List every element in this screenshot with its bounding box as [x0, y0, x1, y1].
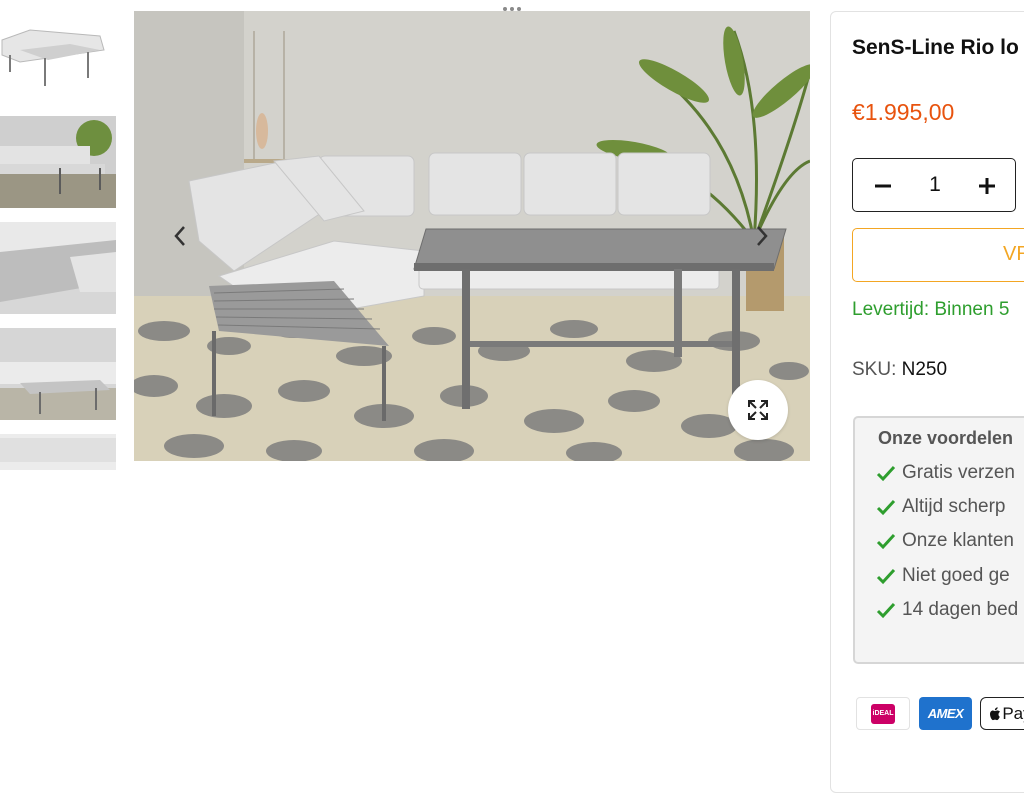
benefit-item: Onze klanten	[876, 529, 1014, 553]
benefit-label: 14 dagen bed	[902, 599, 1019, 620]
add-to-cart-label: VR	[1003, 243, 1024, 265]
previous-image-button[interactable]	[166, 222, 194, 250]
amex-payment-badge: AMEX	[919, 697, 972, 730]
add-to-cart-button[interactable]: VR	[852, 228, 1024, 282]
benefit-label: Altijd scherp	[902, 496, 1006, 517]
check-icon	[876, 465, 896, 482]
benefit-item: Altijd scherp	[876, 495, 1006, 519]
main-product-image[interactable]	[134, 11, 810, 461]
amex-label: AMEX	[927, 706, 964, 721]
chevron-left-icon	[174, 226, 185, 246]
more-dots-icon	[503, 7, 507, 11]
sku-line: SKU: N250	[852, 359, 947, 381]
check-icon	[876, 602, 896, 619]
expand-icon	[748, 400, 768, 420]
check-icon	[876, 499, 896, 516]
check-icon	[876, 568, 896, 585]
plus-icon	[979, 178, 995, 194]
thumbnail-list	[0, 0, 116, 470]
product-title: SenS-Line Rio lo	[852, 36, 1019, 59]
ideal-payment-badge: iDEAL	[856, 697, 910, 730]
thumbnail-1[interactable]	[0, 0, 116, 92]
ideal-label: iDEAL	[872, 710, 894, 717]
product-price: €1.995,00	[852, 99, 955, 125]
benefits-title: Onze voordelen	[878, 428, 1014, 448]
benefit-label: Gratis verzen	[902, 462, 1015, 483]
more-options-button[interactable]	[500, 2, 524, 16]
delivery-time: Levertijd: Binnen 5	[852, 299, 1010, 320]
benefit-item: 14 dagen bed	[876, 598, 1018, 622]
minus-icon	[875, 184, 891, 188]
thumbnail-3[interactable]	[0, 222, 116, 314]
apple-logo-icon	[990, 706, 1001, 720]
benefit-item: Gratis verzen	[876, 461, 1015, 485]
apple-pay-badge: Pay	[980, 697, 1024, 730]
sku-value: N250	[901, 359, 948, 380]
decrease-quantity-button[interactable]	[869, 172, 897, 200]
check-icon	[876, 533, 896, 550]
quantity-input[interactable]	[915, 170, 955, 200]
quantity-stepper	[852, 158, 1016, 212]
product-info-panel	[830, 11, 1024, 793]
zoom-image-button[interactable]	[728, 380, 788, 440]
next-image-button[interactable]	[748, 222, 776, 250]
sku-label: SKU:	[852, 359, 897, 380]
benefit-item: Niet goed ge	[876, 564, 1010, 588]
apple-pay-label: Pay	[1002, 703, 1024, 723]
increase-quantity-button[interactable]	[973, 172, 1001, 200]
thumbnail-4[interactable]	[0, 328, 116, 420]
benefit-label: Niet goed ge	[902, 565, 1010, 586]
benefit-label: Onze klanten	[902, 530, 1014, 551]
chevron-right-icon	[757, 226, 768, 246]
thumbnail-2[interactable]	[0, 116, 116, 208]
thumbnail-5[interactable]	[0, 434, 116, 470]
